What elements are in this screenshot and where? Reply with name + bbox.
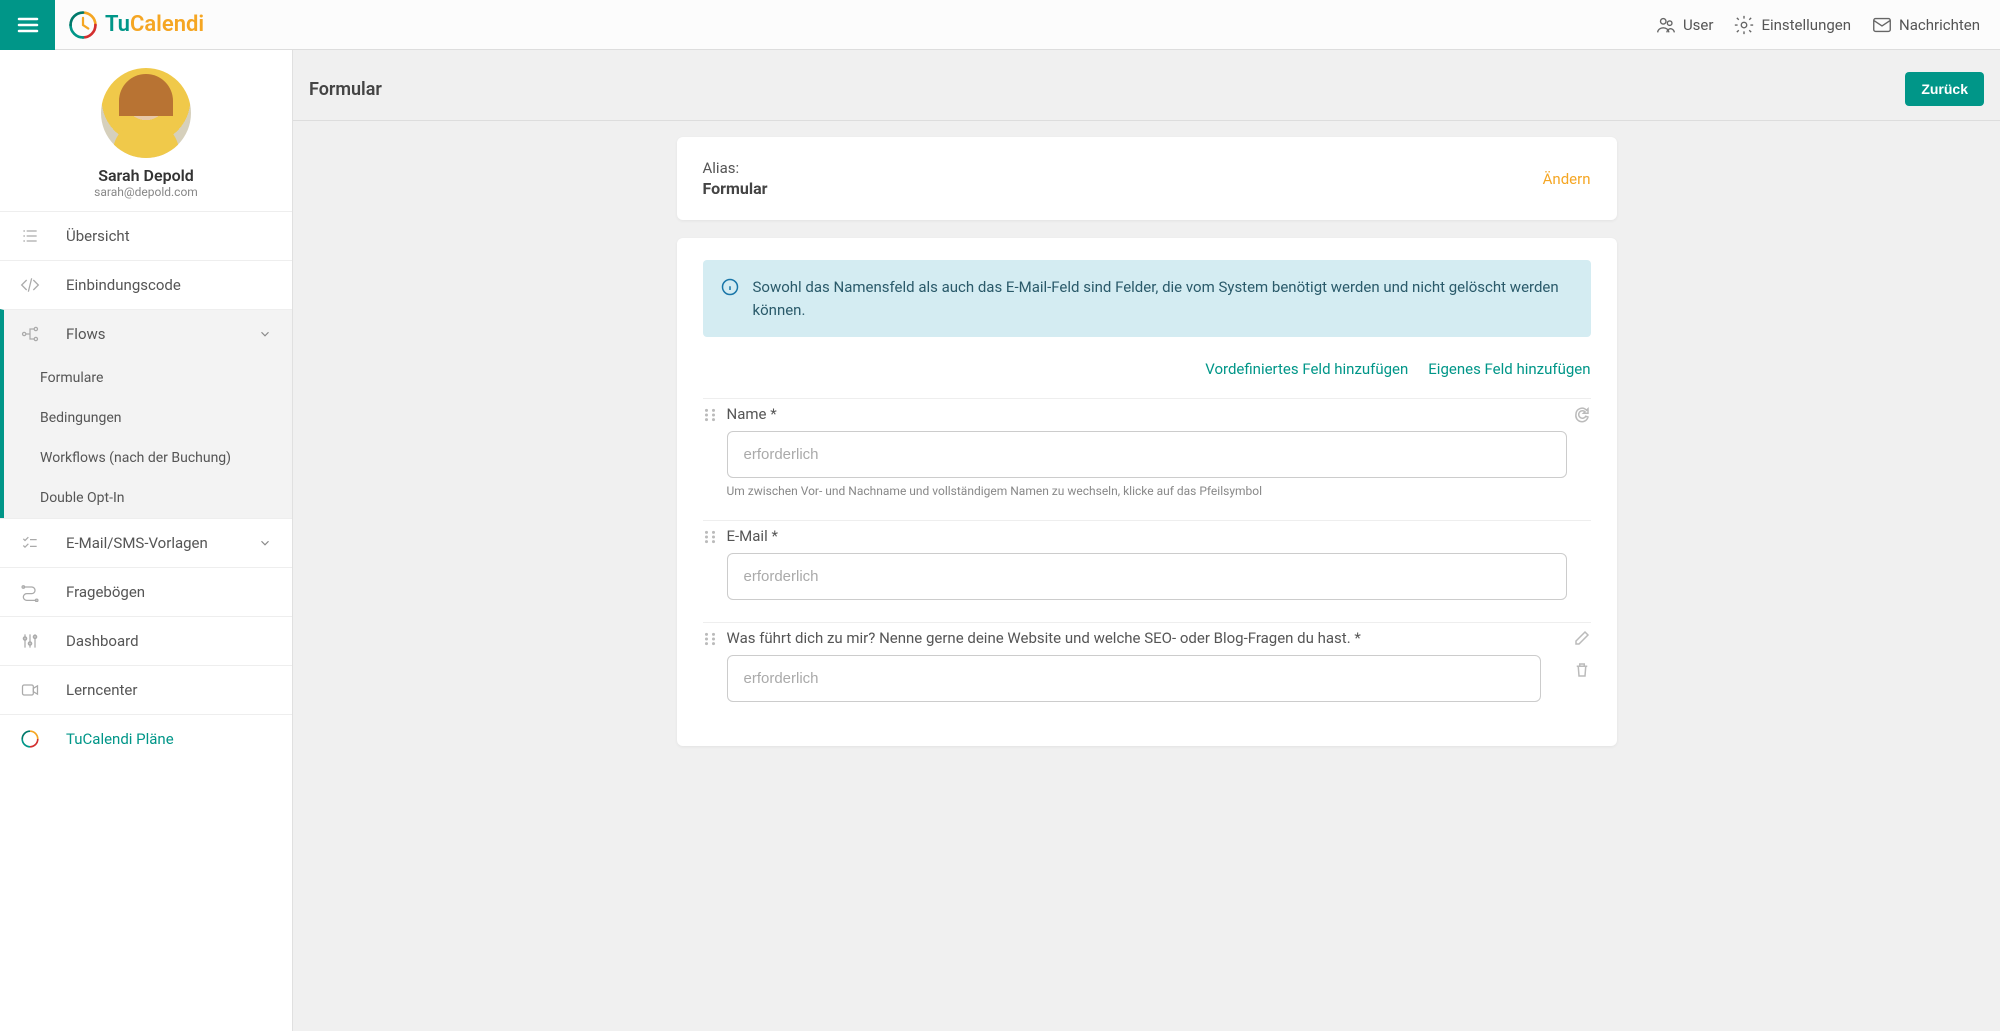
- edit-icon[interactable]: [1573, 629, 1591, 647]
- sidebar-item-overview[interactable]: Übersicht: [0, 211, 292, 260]
- subnav-workflows[interactable]: Workflows (nach der Buchung): [4, 438, 292, 478]
- nav-label: Flows: [66, 325, 258, 343]
- info-banner: Sowohl das Namensfeld als auch das E-Mai…: [703, 260, 1591, 337]
- field-hint: Um zwischen Vor- und Nachname und vollst…: [727, 484, 1591, 498]
- nav-label: Lerncenter: [66, 681, 272, 699]
- profile: Sarah Depold sarah@depold.com: [0, 50, 292, 211]
- chevron-down-icon: [258, 327, 272, 341]
- field-label: Name *: [727, 405, 1563, 423]
- sidebar-item-surveys[interactable]: Fragebögen: [0, 567, 292, 616]
- subnav-forms[interactable]: Formulare: [4, 358, 292, 398]
- video-icon: [20, 680, 40, 700]
- drag-handle-icon[interactable]: [703, 529, 717, 543]
- list-icon: [20, 226, 40, 246]
- drag-handle-icon[interactable]: [703, 631, 717, 645]
- page-title: Formular: [309, 79, 382, 100]
- hamburger-icon: [16, 13, 40, 37]
- alias-change-link[interactable]: Ändern: [1543, 170, 1591, 188]
- subnav-doubleoptin[interactable]: Double Opt-In: [4, 478, 292, 518]
- form-card: Sowohl das Namensfeld als auch das E-Mai…: [677, 238, 1617, 746]
- user-label: User: [1683, 16, 1714, 34]
- field-actions: [1573, 629, 1591, 679]
- sidebar-item-dashboard[interactable]: Dashboard: [0, 616, 292, 665]
- alias-card: Alias: Formular Ändern: [677, 137, 1617, 220]
- name-input[interactable]: [727, 431, 1567, 478]
- refresh-icon[interactable]: [1573, 405, 1591, 423]
- nav-label: Fragebögen: [66, 583, 272, 601]
- add-custom-link[interactable]: Eigenes Feld hinzufügen: [1428, 360, 1590, 378]
- flows-subnav: Formulare Bedingungen Workflows (nach de…: [0, 358, 292, 518]
- info-text: Sowohl das Namensfeld als auch das E-Mai…: [753, 276, 1573, 321]
- delete-icon[interactable]: [1573, 661, 1591, 679]
- messages-label: Nachrichten: [1899, 16, 1980, 34]
- profile-name: Sarah Depold: [10, 166, 282, 185]
- page-header: Formular Zurück: [293, 50, 2000, 121]
- topbar-actions: User Einstellungen Nachrichten: [1655, 14, 2000, 36]
- logo-icon: [67, 9, 99, 41]
- profile-email: sarah@depold.com: [10, 185, 282, 199]
- email-input[interactable]: [727, 553, 1567, 600]
- alias-value: Formular: [703, 179, 768, 198]
- nav-label: Dashboard: [66, 632, 272, 650]
- info-icon: [721, 278, 739, 296]
- add-predefined-link[interactable]: Vordefiniertes Feld hinzufügen: [1205, 360, 1408, 378]
- field-label: E-Mail *: [727, 527, 1591, 545]
- sidebar: Sarah Depold sarah@depold.com Übersicht …: [0, 50, 293, 1031]
- sidebar-item-templates[interactable]: E-Mail/SMS-Vorlagen: [0, 518, 292, 567]
- chevron-down-icon: [258, 536, 272, 550]
- check-list-icon: [20, 533, 40, 553]
- alias-label: Alias:: [703, 159, 768, 177]
- avatar[interactable]: [101, 68, 191, 158]
- logo[interactable]: TuCalendi: [55, 9, 204, 41]
- sidebar-item-flows[interactable]: Flows: [0, 309, 292, 358]
- field-row: E-Mail *: [703, 520, 1591, 600]
- field-row: Was führt dich zu mir? Nenne gerne deine…: [703, 622, 1591, 702]
- back-button[interactable]: Zurück: [1905, 72, 1984, 106]
- main: Formular Zurück Alias: Formular Ändern S…: [293, 50, 2000, 1031]
- topbar: TuCalendi User Einstellungen Nachrichten: [0, 0, 2000, 50]
- settings-menu[interactable]: Einstellungen: [1733, 14, 1851, 36]
- field-label: Was führt dich zu mir? Nenne gerne deine…: [727, 629, 1565, 647]
- gear-icon: [1733, 14, 1755, 36]
- logo-small-icon: [20, 729, 40, 749]
- nav-label: Einbindungscode: [66, 276, 272, 294]
- field-row: Name * Um zwischen Vor- und Nachname und…: [703, 398, 1591, 498]
- envelope-icon: [1871, 14, 1893, 36]
- sidebar-item-plans[interactable]: TuCalendi Pläne: [0, 714, 292, 763]
- users-icon: [1655, 14, 1677, 36]
- question-input[interactable]: [727, 655, 1541, 702]
- logo-text: TuCalendi: [105, 12, 204, 37]
- flow-icon: [20, 324, 40, 344]
- code-icon: [20, 275, 40, 295]
- action-links: Vordefiniertes Feld hinzufügen Eigenes F…: [703, 359, 1591, 378]
- sidebar-item-learn[interactable]: Lerncenter: [0, 665, 292, 714]
- settings-label: Einstellungen: [1761, 16, 1851, 34]
- hamburger-button[interactable]: [0, 0, 55, 50]
- user-menu[interactable]: User: [1655, 14, 1714, 36]
- sidebar-item-embed[interactable]: Einbindungscode: [0, 260, 292, 309]
- nav-label: E-Mail/SMS-Vorlagen: [66, 534, 258, 552]
- nav-label: TuCalendi Pläne: [66, 730, 272, 748]
- route-icon: [20, 582, 40, 602]
- drag-handle-icon[interactable]: [703, 407, 717, 421]
- subnav-conditions[interactable]: Bedingungen: [4, 398, 292, 438]
- sliders-icon: [20, 631, 40, 651]
- nav-label: Übersicht: [66, 227, 272, 245]
- messages-menu[interactable]: Nachrichten: [1871, 14, 1980, 36]
